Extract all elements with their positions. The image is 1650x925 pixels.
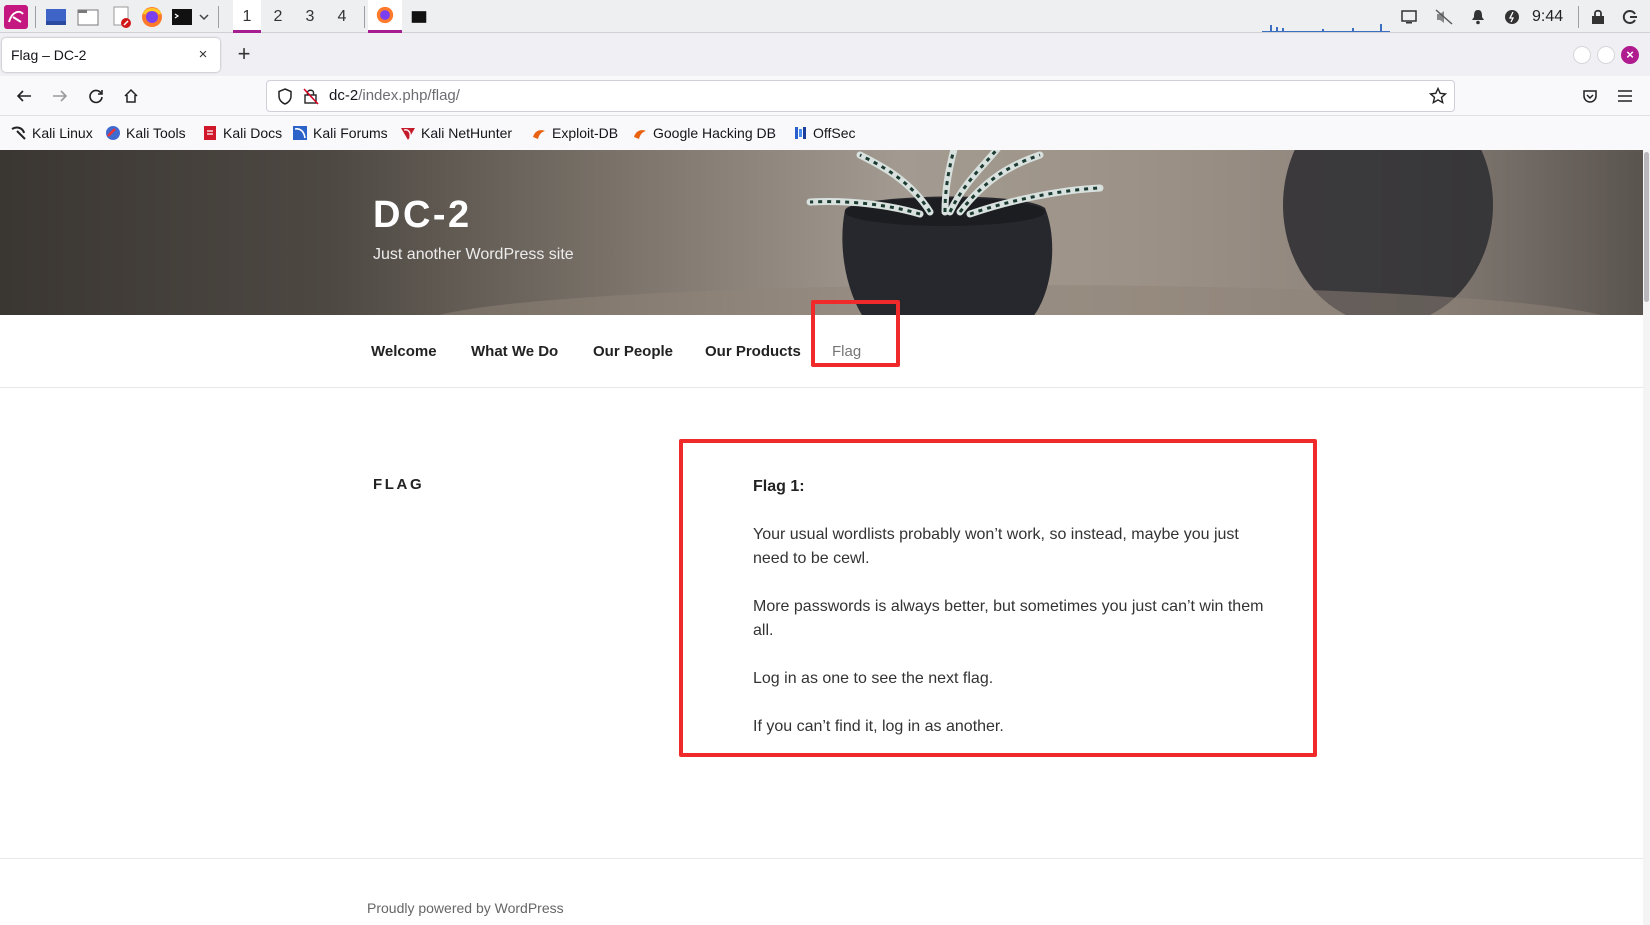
- url-bar[interactable]: dc-2/index.php/flag/: [266, 80, 1455, 112]
- menu-item-our-people[interactable]: Our People: [593, 315, 673, 388]
- bookmark-label: Kali Linux: [32, 125, 93, 141]
- browser-tab-bar: Flag – DC-2 × + ×: [0, 33, 1650, 76]
- bookmark-kali-docs[interactable]: Kali Docs: [202, 116, 282, 150]
- url-host: dc-2: [329, 87, 359, 104]
- bookmark-label: Kali Docs: [223, 125, 283, 141]
- footer-divider: [0, 858, 1643, 859]
- terminal-window-button[interactable]: [402, 0, 436, 33]
- bookmark-exploit-db[interactable]: Exploit-DB: [531, 116, 618, 150]
- reload-icon[interactable]: [84, 84, 108, 108]
- bookmark-offsec[interactable]: OffSec: [792, 116, 856, 150]
- file-manager-icon[interactable]: [76, 5, 100, 29]
- menu-item-welcome[interactable]: Welcome: [371, 315, 437, 388]
- kali-tools-icon: [105, 125, 121, 141]
- back-arrow-icon[interactable]: [12, 84, 36, 108]
- text-editor-icon[interactable]: [110, 5, 134, 29]
- bookmark-google-hacking-db[interactable]: Google Hacking DB: [632, 116, 776, 150]
- ghdb-icon: [632, 125, 648, 141]
- menu-item-what-we-do[interactable]: What We Do: [471, 315, 558, 388]
- bookmark-label: Google Hacking DB: [653, 125, 776, 141]
- workspace-1[interactable]: 1: [233, 0, 261, 33]
- site-description: Just another WordPress site: [373, 246, 574, 263]
- clock[interactable]: 9:44: [1532, 0, 1563, 33]
- kali-dragon-icon: [11, 125, 27, 141]
- kali-forums-icon: [292, 125, 308, 141]
- bookmark-kali-forums[interactable]: Kali Forums: [292, 116, 388, 150]
- chevron-down-icon[interactable]: [196, 5, 212, 29]
- hamburger-menu-icon[interactable]: [1613, 84, 1637, 108]
- bookmark-kali-nethunter[interactable]: Kali NetHunter: [400, 116, 512, 150]
- url-path: /index.php/flag/: [358, 87, 460, 104]
- panel-separator: [35, 6, 36, 28]
- bookmark-label: Exploit-DB: [552, 125, 619, 141]
- panel-separator: [218, 6, 219, 28]
- power-manager-icon[interactable]: [1500, 5, 1524, 29]
- home-icon[interactable]: [119, 84, 143, 108]
- maximize-window-button[interactable]: [1597, 46, 1615, 64]
- new-tab-button[interactable]: +: [232, 43, 256, 67]
- header-image: DC-2 Just another WordPress site: [0, 150, 1643, 315]
- plant-photo: [439, 150, 1601, 315]
- kali-menu-icon[interactable]: [4, 5, 28, 29]
- nethunter-icon: [400, 125, 416, 141]
- show-desktop-icon[interactable]: [44, 5, 68, 29]
- page-viewport: DC-2 Just another WordPress site Welcome…: [0, 150, 1650, 925]
- panel-separator: [1578, 6, 1579, 28]
- bookmark-star-icon[interactable]: [1428, 86, 1448, 110]
- powered-by-link[interactable]: Proudly powered by WordPress: [367, 900, 564, 916]
- scrollbar-thumb[interactable]: [1644, 152, 1649, 302]
- lock-screen-icon[interactable]: [1586, 5, 1610, 29]
- bookmarks-toolbar: Kali Linux Kali Tools Kali Docs Kali For…: [0, 116, 1650, 150]
- browser-toolbar: dc-2/index.php/flag/: [0, 76, 1650, 116]
- firefox-launcher-icon[interactable]: [140, 5, 164, 29]
- notification-bell-icon[interactable]: [1466, 5, 1490, 29]
- bookmark-label: Kali NetHunter: [421, 125, 513, 141]
- exploit-db-icon: [531, 125, 547, 141]
- offsec-icon: [792, 125, 808, 141]
- forward-arrow-icon[interactable]: [48, 84, 72, 108]
- url-text[interactable]: dc-2/index.php/flag/: [329, 81, 460, 111]
- logout-icon[interactable]: [1618, 5, 1642, 29]
- bookmark-kali-tools[interactable]: Kali Tools: [105, 116, 186, 150]
- terminal-launcher-icon[interactable]: [170, 5, 194, 29]
- panel-separator: [364, 6, 365, 28]
- bookmark-kali-linux[interactable]: Kali Linux: [11, 116, 93, 150]
- browser-tab[interactable]: Flag – DC-2 ×: [2, 38, 220, 72]
- close-window-button[interactable]: ×: [1621, 46, 1639, 64]
- bookmark-label: Kali Forums: [313, 125, 388, 141]
- bookmark-label: OffSec: [813, 125, 856, 141]
- site-title[interactable]: DC-2: [373, 194, 472, 237]
- volume-muted-icon[interactable]: [1432, 5, 1456, 29]
- workspace-2[interactable]: 2: [264, 0, 292, 33]
- content-highlight-box: [679, 439, 1317, 757]
- menu-item-our-products[interactable]: Our Products: [705, 315, 801, 388]
- page-title: FLAG: [373, 476, 425, 493]
- page-scrollbar[interactable]: [1643, 150, 1650, 925]
- pocket-icon[interactable]: [1578, 84, 1602, 108]
- bookmark-label: Kali Tools: [126, 125, 186, 141]
- tab-close-icon[interactable]: ×: [195, 47, 211, 63]
- desktop-panel: 1 2 3 4 9:44: [0, 0, 1650, 33]
- display-icon[interactable]: [1397, 5, 1421, 29]
- kali-docs-icon: [202, 125, 218, 141]
- minimize-window-button[interactable]: [1573, 46, 1591, 64]
- menu-highlight-box: [811, 300, 900, 367]
- workspace-4[interactable]: 4: [328, 0, 356, 33]
- workspace-3[interactable]: 3: [296, 0, 324, 33]
- shield-icon[interactable]: [277, 88, 293, 110]
- firefox-window-button[interactable]: [368, 0, 402, 33]
- network-monitor-graph: [1262, 2, 1390, 32]
- insecure-lock-icon[interactable]: [303, 88, 319, 110]
- tab-title: Flag – DC-2: [11, 47, 87, 63]
